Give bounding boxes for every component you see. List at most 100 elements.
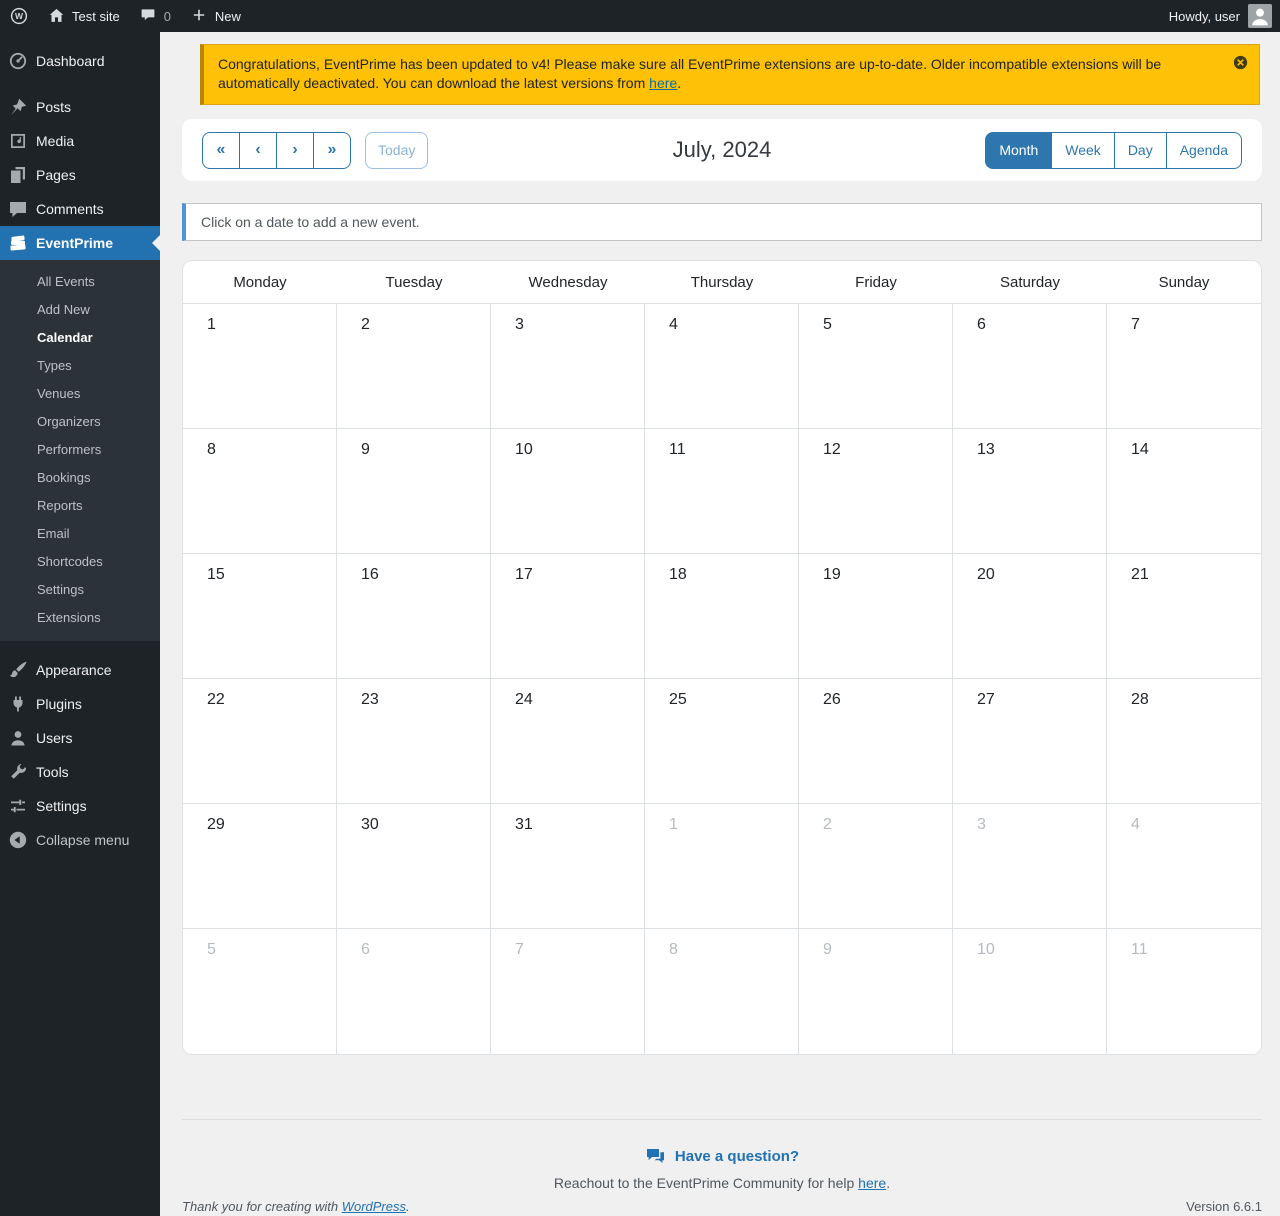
calendar-day-cell[interactable]: 9 [337, 429, 491, 554]
calendar-day-cell[interactable]: 6 [337, 929, 491, 1054]
calendar-day-cell[interactable]: 28 [1107, 679, 1261, 804]
calendar-day-grid: 1 2 3 4 5 6 7 8 9 10 11 12 13 14 15 16 17 18 19 20 21 22 23 24 2… [183, 304, 1261, 1054]
sidebar-item-label: Settings [36, 798, 87, 814]
submenu-item-extensions[interactable]: Extensions [0, 603, 160, 631]
admin-bar-account[interactable]: Howdy, user [1169, 4, 1280, 28]
sidebar-item-pages[interactable]: Pages [0, 158, 160, 192]
new-content-menu[interactable]: New [181, 0, 251, 32]
sidebar-item-comments[interactable]: Comments [0, 192, 160, 226]
calendar-day-cell[interactable]: 27 [953, 679, 1107, 804]
calendar-day-cell[interactable]: 10 [491, 429, 645, 554]
next-button[interactable]: › [276, 131, 314, 169]
calendar-day-cell[interactable]: 3 [491, 304, 645, 429]
calendar-day-cell[interactable]: 19 [799, 554, 953, 679]
sidebar-item-users[interactable]: Users [0, 721, 160, 755]
calendar-day-cell[interactable]: 20 [953, 554, 1107, 679]
wp-version: Version 6.6.1 [1186, 1199, 1262, 1214]
calendar-day-cell[interactable]: 10 [953, 929, 1107, 1054]
calendar-day-cell[interactable]: 5 [799, 304, 953, 429]
close-icon[interactable] [1232, 54, 1249, 71]
sidebar-item-eventprime[interactable]: EventPrime [0, 226, 160, 260]
calendar-day-cell[interactable]: 18 [645, 554, 799, 679]
calendar-day-cell[interactable]: 24 [491, 679, 645, 804]
calendar-day-cell[interactable]: 21 [1107, 554, 1261, 679]
day-of-week-header: Tuesday [385, 273, 443, 291]
calendar-day-cell[interactable]: 5 [183, 929, 337, 1054]
calendar-day-cell[interactable]: 12 [799, 429, 953, 554]
sidebar-item-collapse-menu[interactable]: Collapse menu [0, 823, 160, 857]
calendar-day-cell[interactable]: 1 [183, 304, 337, 429]
day-number: 11 [1131, 941, 1148, 958]
first-button[interactable]: « [202, 131, 240, 169]
calendar-day-cell[interactable]: 14 [1107, 429, 1261, 554]
footer-community-suffix: . [886, 1175, 891, 1191]
calendar-day-cell[interactable]: 23 [337, 679, 491, 804]
calendar-day-cell[interactable]: 30 [337, 804, 491, 929]
day-number: 28 [1131, 691, 1149, 708]
calendar-day-cell[interactable]: 13 [953, 429, 1107, 554]
pin-icon [8, 97, 28, 117]
submenu-item-add-new[interactable]: Add New [0, 295, 160, 323]
calendar-day-cell[interactable]: 16 [337, 554, 491, 679]
view-button-day[interactable]: Day [1113, 131, 1167, 169]
calendar-day-cell[interactable]: 11 [645, 429, 799, 554]
sidebar-item-tools[interactable]: Tools [0, 755, 160, 789]
sidebar-item-dashboard[interactable]: Dashboard [0, 44, 160, 78]
calendar-day-cell[interactable]: 25 [645, 679, 799, 804]
sidebar-submenu: All Events Add New Calendar Types Venues Orga… [0, 260, 160, 641]
notice-here-link[interactable]: here [649, 75, 677, 91]
calendar-day-cell[interactable]: 2 [337, 304, 491, 429]
submenu-item-all-events[interactable]: All Events [0, 267, 160, 295]
view-button-week[interactable]: Week [1051, 131, 1115, 169]
calendar-day-cell[interactable]: 15 [183, 554, 337, 679]
calendar-day-cell[interactable]: 1 [645, 804, 799, 929]
calendar-day-cell[interactable]: 9 [799, 929, 953, 1054]
calendar-day-cell[interactable]: 17 [491, 554, 645, 679]
calendar-nav-group: «‹ ›» [202, 131, 351, 169]
today-button[interactable]: Today [365, 131, 429, 169]
calendar-day-cell[interactable]: 31 [491, 804, 645, 929]
calendar-day-cell[interactable]: 8 [183, 429, 337, 554]
calendar-day-cell[interactable]: 11 [1107, 929, 1261, 1054]
site-name-menu[interactable]: Test site [38, 0, 130, 32]
calendar-day-cell[interactable]: 6 [953, 304, 1107, 429]
submenu-item-reports[interactable]: Reports [0, 491, 160, 519]
submenu-item-shortcodes[interactable]: Shortcodes [0, 547, 160, 575]
submenu-item-settings[interactable]: Settings [0, 575, 160, 603]
prev-button[interactable]: ‹ [239, 131, 277, 169]
calendar-day-cell[interactable]: 3 [953, 804, 1107, 929]
calendar-day-cell[interactable]: 4 [1107, 804, 1261, 929]
sidebar-item-media[interactable]: Media [0, 124, 160, 158]
wordpress-link[interactable]: WordPress [342, 1199, 406, 1214]
wordpress-logo-menu[interactable]: W [0, 0, 38, 32]
submenu-item-calendar[interactable]: Calendar [0, 323, 160, 351]
view-button-month[interactable]: Month [985, 131, 1053, 169]
sidebar-item-plugins[interactable]: Plugins [0, 687, 160, 721]
view-button-agenda[interactable]: Agenda [1165, 131, 1242, 169]
calendar-day-cell[interactable]: 2 [799, 804, 953, 929]
last-button[interactable]: » [313, 131, 351, 169]
day-number: 7 [515, 941, 524, 958]
calendar-day-cell[interactable]: 29 [183, 804, 337, 929]
submenu-item-organizers[interactable]: Organizers [0, 407, 160, 435]
calendar-day-cell[interactable]: 22 [183, 679, 337, 804]
footer-community-line: Reachout to the EventPrime Community for… [182, 1175, 1262, 1191]
calendar-day-cell[interactable]: 4 [645, 304, 799, 429]
submenu-item-types[interactable]: Types [0, 351, 160, 379]
day-number: 19 [823, 566, 841, 583]
submenu-item-bookings[interactable]: Bookings [0, 463, 160, 491]
comments-menu[interactable]: 0 [130, 0, 181, 32]
submenu-item-performers[interactable]: Performers [0, 435, 160, 463]
submenu-item-venues[interactable]: Venues [0, 379, 160, 407]
sidebar-item-appearance[interactable]: Appearance [0, 653, 160, 687]
day-number: 21 [1131, 566, 1149, 583]
calendar-day-cell[interactable]: 7 [491, 929, 645, 1054]
sidebar-item-posts[interactable]: Posts [0, 90, 160, 124]
day-of-week-header: Friday [855, 273, 897, 291]
calendar-day-cell[interactable]: 8 [645, 929, 799, 1054]
calendar-day-cell[interactable]: 7 [1107, 304, 1261, 429]
submenu-item-email[interactable]: Email [0, 519, 160, 547]
footer-here-link[interactable]: here [858, 1175, 886, 1191]
sidebar-item-settings[interactable]: Settings [0, 789, 160, 823]
calendar-day-cell[interactable]: 26 [799, 679, 953, 804]
